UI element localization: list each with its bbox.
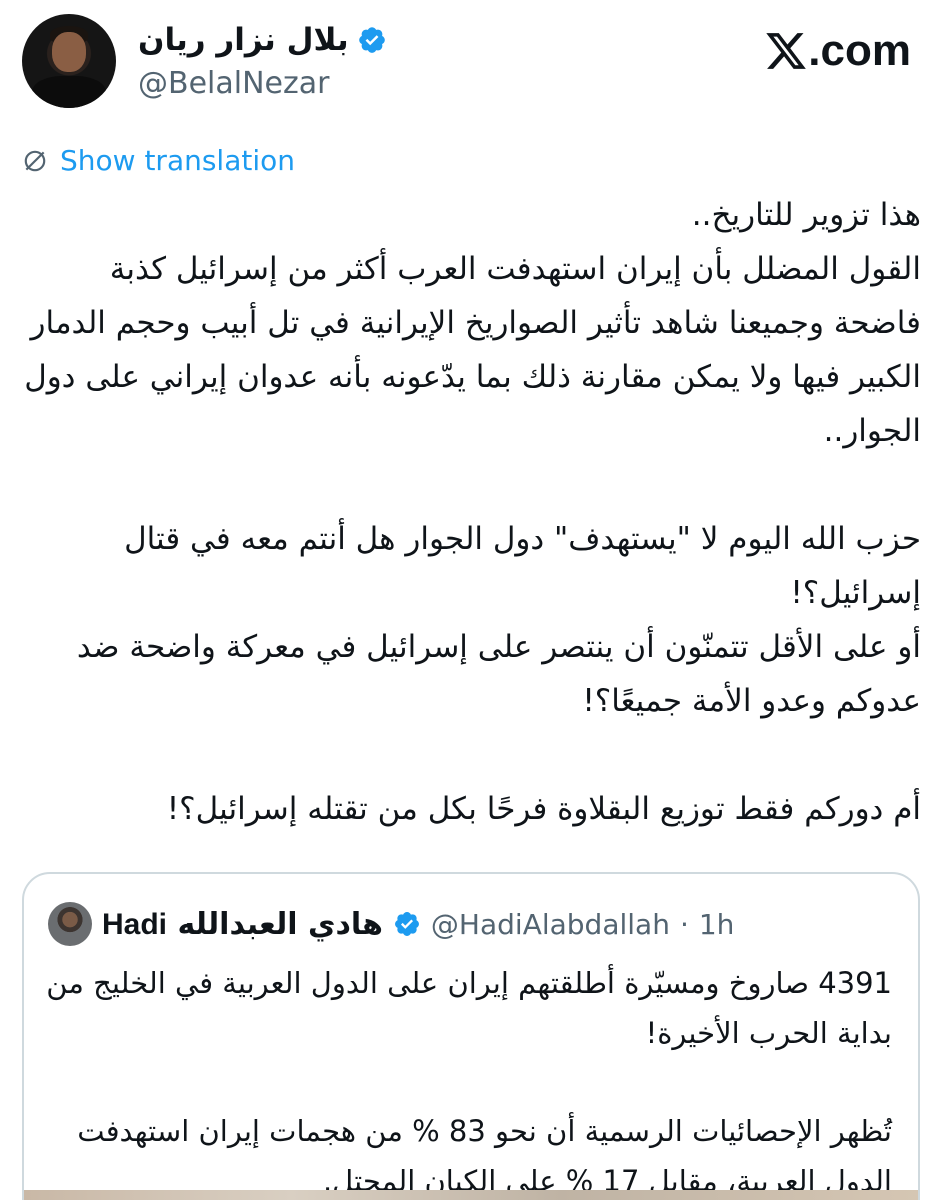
author-handle[interactable]: @BelalNezar	[138, 66, 329, 101]
quoted-author-name-arabic: هادي العبدالله	[177, 906, 383, 942]
author-display-name[interactable]: بلال نزار ريان	[138, 22, 349, 58]
author-avatar[interactable]	[22, 14, 116, 108]
tweet-text: هذا تزوير للتاريخ.. القول المضلل بأن إير…	[21, 188, 921, 836]
verified-badge-icon	[394, 912, 419, 936]
quoted-author-avatar[interactable]	[48, 902, 92, 946]
quoted-tweet-time[interactable]: 1h	[699, 908, 735, 941]
brand-domain-label: .com	[808, 26, 911, 75]
quoted-tweet-text: 4391 صاروخ ومسيّرة أطلقتهم إيران على الد…	[42, 958, 892, 1200]
x-brand: .com	[764, 26, 911, 76]
quoted-tweet-header: Hadi هادي العبدالله @HadiAlabdallah · 1h	[48, 902, 734, 946]
quoted-author-name[interactable]: Hadi هادي العبدالله	[102, 907, 383, 942]
header-separator: ·	[679, 907, 689, 941]
quoted-paragraph-1: 4391 صاروخ ومسيّرة أطلقتهم إيران على الد…	[46, 966, 892, 1050]
tweet-screenshot: بلال نزار ريان @BelalNezar .com Show tra…	[0, 0, 945, 1200]
quoted-tweet-media-preview[interactable]	[24, 1190, 918, 1200]
verified-badge-icon	[358, 27, 385, 53]
quoted-author-handle[interactable]: @HadiAlabdallah	[431, 908, 670, 941]
quoted-paragraph-2: تُظهر الإحصائيات الرسمية أن نحو 83 % من …	[77, 1114, 892, 1198]
show-translation-button[interactable]: Show translation	[22, 144, 295, 177]
quoted-tweet-card[interactable]: Hadi هادي العبدالله @HadiAlabdallah · 1h…	[22, 872, 920, 1200]
author-name-row: بلال نزار ريان	[138, 22, 387, 58]
x-logo-icon	[766, 33, 807, 69]
tweet-paragraph-2: حزب الله اليوم لا "يستهدف" دول الجوار هل…	[76, 521, 921, 719]
quoted-author-name-latin: Hadi	[102, 907, 168, 941]
show-translation-label: Show translation	[60, 144, 296, 177]
tweet-paragraph-3: أم دوركم فقط توزيع البقلاوة فرحًا بكل من…	[166, 791, 921, 827]
tweet-paragraph-1: هذا تزوير للتاريخ.. القول المضلل بأن إير…	[24, 197, 921, 449]
globe-icon	[24, 150, 46, 171]
